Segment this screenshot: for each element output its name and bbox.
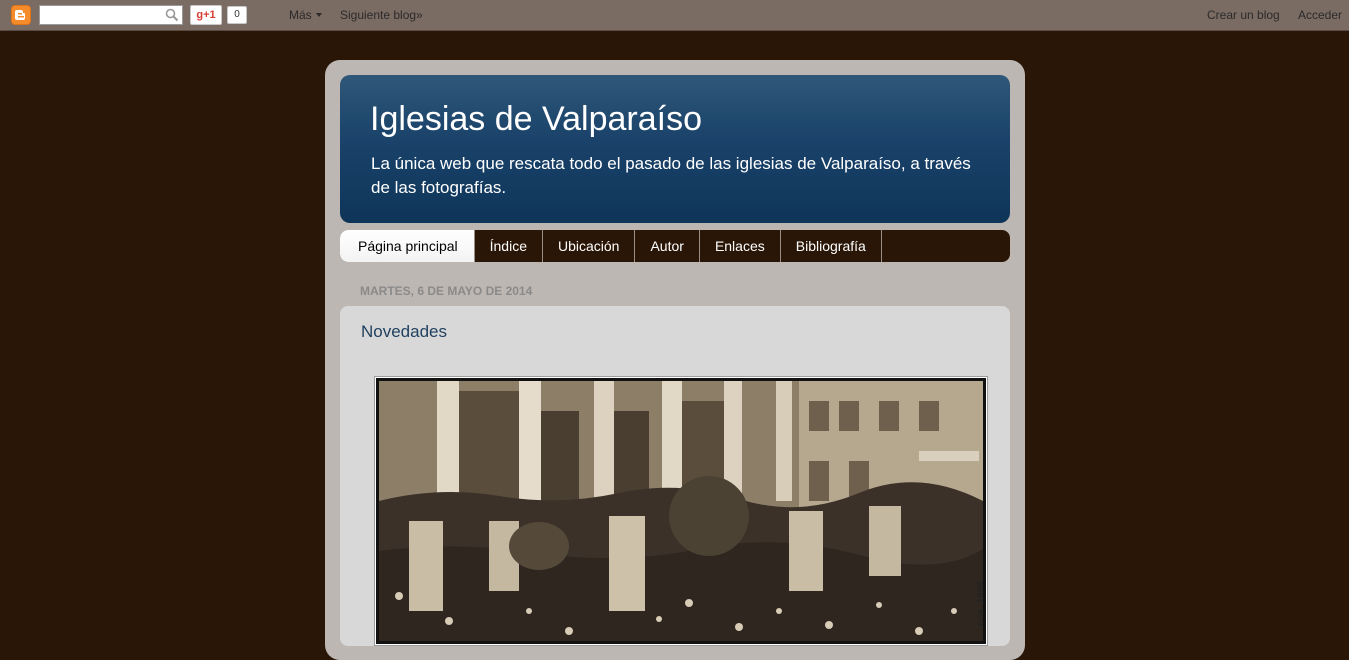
tab-pagina-principal[interactable]: Página principal [340,230,475,262]
chevron-down-icon [315,13,322,17]
post-photo[interactable]: cos, 1905 [374,376,988,646]
plus-one-count: 0 [227,6,247,24]
tab-ubicacion[interactable]: Ubicación [543,230,636,262]
post-title[interactable]: Novedades [361,322,447,342]
blog-description: La única web que rescata todo el pasado … [371,154,971,197]
tab-autor[interactable]: Autor [635,230,700,262]
search-icon[interactable] [165,8,179,27]
tab-bibliografia[interactable]: Bibliografía [781,230,882,262]
tab-indice[interactable]: Índice [475,230,543,262]
historic-church-photo: cos, 1905 [376,378,986,644]
post-date-header: MARTES, 6 DE MAYO DE 2014 [360,284,533,298]
blogger-navbar: g+1 0 Más Siguiente blog» Crear un blog … [0,0,1349,31]
more-menu[interactable]: Más [289,8,322,22]
blogger-logo-icon[interactable] [11,5,31,25]
sign-in-link[interactable]: Acceder [1298,8,1342,22]
blog-title[interactable]: Iglesias de Valparaíso [370,99,702,139]
photo-caption: cos, 1905 [976,581,986,627]
post: Novedades cos, 1905 [340,306,1010,646]
search-input[interactable] [39,5,183,25]
blog-header: Iglesias de Valparaíso La única web que … [340,75,1010,223]
next-blog-link[interactable]: Siguiente blog» [340,8,423,22]
more-menu-label: Más [289,8,312,22]
google-plus-one-button[interactable]: g+1 [190,5,222,25]
create-blog-link[interactable]: Crear un blog [1207,8,1280,22]
tab-enlaces[interactable]: Enlaces [700,230,781,262]
page-tabs: Página principal Índice Ubicación Autor … [340,230,1010,262]
